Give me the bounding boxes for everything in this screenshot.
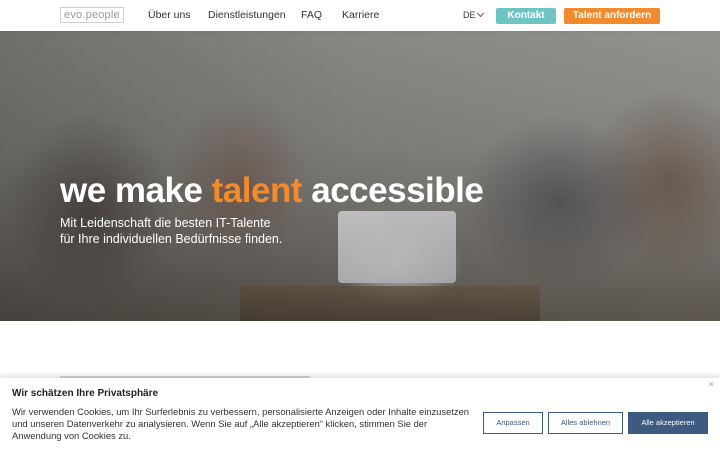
hero-subline-line-2: für Ihre individuellen Bedürfnisse finde… (60, 232, 283, 246)
headline-accent: talent (211, 171, 303, 210)
hero-section: we make talent accessible Mit Leidenscha… (0, 31, 720, 321)
language-selector[interactable]: DE (463, 9, 484, 20)
cookie-accept-button[interactable]: Alle akzeptieren (628, 412, 708, 434)
nav-ueber-uns[interactable]: Über uns (148, 9, 191, 21)
nav-faq[interactable]: FAQ (301, 9, 322, 21)
nav-karriere[interactable]: Karriere (342, 9, 379, 21)
kontakt-button[interactable]: Kontakt (496, 8, 556, 24)
hero-subline: Mit Leidenschaft die besten IT-Talente f… (60, 215, 360, 247)
cookie-banner: Wir schätzen Ihre Privatsphäre Wir verwe… (0, 378, 720, 450)
site-header: evo.people Über uns Dienstleistungen FAQ… (0, 0, 720, 31)
chevron-down-icon (476, 9, 484, 18)
logo-prefix: evo (64, 9, 83, 21)
headline-part-1: we make (60, 171, 212, 210)
logo-suffix: people (85, 9, 120, 21)
cookie-title: Wir schätzen Ihre Privatsphäre (12, 388, 159, 399)
close-icon[interactable]: × (709, 379, 714, 389)
hero-subline-line-1: Mit Leidenschaft die besten IT-Talente (60, 216, 271, 230)
cookie-reject-button[interactable]: Alles ablehnen (548, 412, 623, 434)
hero-headline: we make talent accessible (60, 171, 484, 211)
headline-part-2: accessible (302, 171, 484, 210)
cookie-customize-button[interactable]: Anpassen (483, 412, 543, 434)
language-label: DE (463, 10, 476, 20)
cookie-text: Wir verwenden Cookies, um Ihr Surferlebn… (12, 406, 470, 441)
nav-dienstleistungen[interactable]: Dienstleistungen (208, 9, 286, 21)
evo-people-logo[interactable]: evo.people (60, 7, 124, 23)
talent-anfordern-button[interactable]: Talent anfordern (564, 8, 660, 24)
